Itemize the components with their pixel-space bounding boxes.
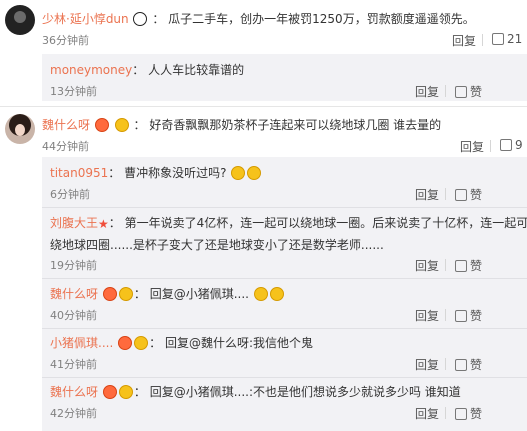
comment-2-time: 44分钟前: [42, 140, 89, 153]
laughing-emoji-icon: [247, 166, 262, 180]
reply-2-3-content: 魏什么呀 ： 回复@小猪佩琪....: [50, 285, 285, 302]
reply-text-line2: 绕地球四圈......是杯子变大了还是地球变小了还是数学老师......: [50, 238, 384, 252]
reply-button[interactable]: 回复: [415, 405, 439, 422]
avatar[interactable]: [5, 5, 35, 35]
comment-2-text: 好奇香飘飘那奶茶杯子连起来可以绕地球几圈 谁去量的: [149, 118, 442, 132]
thumbs-up-icon: [455, 86, 467, 98]
reply-panel: titan0951： 曹冲称象没听过吗? 6分钟前 回复 赞 刘腹大王★： 第一…: [42, 157, 527, 431]
thumbs-up-icon: [455, 310, 467, 322]
reply-button[interactable]: 回复: [415, 186, 439, 203]
separator: [445, 309, 446, 321]
like-label: 赞: [470, 259, 483, 273]
reply-time: 40分钟前: [50, 309, 97, 322]
reply-text: 回复@小猪佩琪....:不也是他们想说多少就说多少吗 谁知道: [149, 385, 461, 399]
thumbs-up-icon: [455, 260, 467, 272]
reply-text: 回复@魏什么呀:我信他个鬼: [164, 336, 313, 350]
reply-panel: moneymoney： 人人车比较靠谱的 13分钟前 回复 赞: [42, 54, 527, 101]
reply-2-4-content: 小猪佩琪.... ： 回复@魏什么呀:我信他个鬼: [50, 336, 313, 350]
like-button[interactable]: 赞: [455, 405, 482, 422]
reply-username[interactable]: titan0951: [50, 166, 108, 180]
reply-username[interactable]: 魏什么呀: [50, 385, 98, 399]
separator: [445, 85, 446, 97]
reply-button[interactable]: 回复: [415, 307, 439, 324]
badge-icon: [118, 336, 133, 350]
like-label: 赞: [470, 358, 483, 372]
badge-icon: [94, 118, 109, 132]
comment-1-content: 少林·延小惇dun ： 瓜子二手车，创办一年被罚1250万，罚款额度遥遥领先。: [42, 12, 475, 26]
star-icon: ★: [98, 217, 109, 231]
reply-2-2-content: 刘腹大王★： 第一年说卖了4亿杯，连一起可以绕地球一圈。后来说卖了十亿杯，连一起…: [50, 214, 527, 231]
comment-2-username[interactable]: 魏什么呀: [42, 118, 90, 132]
like-button[interactable]: 赞: [455, 257, 482, 274]
reply-time: 41分钟前: [50, 358, 97, 371]
laughing-emoji-icon: [269, 287, 284, 301]
thumbs-up-icon: [455, 359, 467, 371]
comment-1-username[interactable]: 少林·延小惇dun: [42, 12, 129, 26]
comment-1-like-button[interactable]: 21: [492, 32, 522, 46]
reply-1-text: 人人车比较靠谱的: [148, 63, 245, 77]
like-button[interactable]: 赞: [455, 307, 482, 324]
separator: [482, 34, 483, 46]
thumbs-up-icon: [455, 408, 467, 420]
emoji-icon: [118, 385, 133, 399]
reply-button[interactable]: 回复: [415, 257, 439, 274]
emoji-icon: [118, 287, 133, 301]
reply-text-line1: 第一年说卖了4亿杯，连一起可以绕地球一圈。后来说卖了十亿杯，连一起可以: [124, 216, 527, 230]
thumbs-up-icon: [455, 189, 467, 201]
badge-icon: [102, 385, 117, 399]
emoji-icon: [134, 336, 149, 350]
comment-1-reply-button[interactable]: 回复: [452, 32, 476, 49]
comment-1-text: 瓜子二手车，创办一年被罚1250万，罚款额度遥遥领先。: [168, 12, 475, 26]
reply-username[interactable]: 小猪佩琪....: [50, 336, 113, 350]
divider: [42, 278, 527, 279]
separator: [445, 259, 446, 271]
badge-icon: [102, 287, 117, 301]
reply-1-content: moneymoney： 人人车比较靠谱的: [50, 63, 245, 77]
reply-text: 曹冲称象没听过吗?: [124, 166, 227, 180]
reply-1-like-button[interactable]: 赞: [455, 83, 482, 100]
comment-1-time: 36分钟前: [42, 34, 89, 47]
like-label: 赞: [470, 85, 483, 99]
separator: [445, 358, 446, 370]
comment-2-content: 魏什么呀 ： 好奇香飘飘那奶茶杯子连起来可以绕地球几圈 谁去量的: [42, 118, 442, 132]
thumbs-up-icon: [492, 33, 504, 45]
comment-2-like-count: 9: [515, 138, 523, 152]
emoji-icon: [114, 118, 129, 132]
laughing-emoji-icon: [253, 287, 268, 301]
divider: [0, 106, 527, 107]
like-label: 赞: [470, 407, 483, 421]
reply-time: 6分钟前: [50, 188, 90, 201]
like-button[interactable]: 赞: [455, 356, 482, 373]
reply-time: 19分钟前: [50, 259, 97, 272]
like-label: 赞: [470, 309, 483, 323]
reply-button[interactable]: 回复: [415, 356, 439, 373]
reply-1-username[interactable]: moneymoney: [50, 63, 132, 77]
thumbs-up-icon: [500, 139, 512, 151]
divider: [42, 207, 527, 208]
divider: [42, 328, 527, 329]
separator: [445, 407, 446, 419]
reply-2-5-content: 魏什么呀 ： 回复@小猪佩琪....:不也是他们想说多少就说多少吗 谁知道: [50, 385, 461, 399]
divider: [42, 377, 527, 378]
reply-username[interactable]: 刘腹大王: [50, 216, 98, 230]
separator: [490, 140, 491, 152]
reply-username[interactable]: 魏什么呀: [50, 287, 98, 301]
reply-text: 回复@小猪佩琪....: [149, 287, 249, 301]
laughing-emoji-icon: [231, 166, 246, 180]
comment-2-reply-button[interactable]: 回复: [460, 138, 484, 155]
comment-2-like-button[interactable]: 9: [500, 138, 523, 152]
reply-time: 42分钟前: [50, 407, 97, 420]
reply-2-1-content: titan0951： 曹冲称象没听过吗?: [50, 164, 262, 181]
avatar[interactable]: [5, 114, 35, 144]
like-button[interactable]: 赞: [455, 186, 482, 203]
reply-1-reply-button[interactable]: 回复: [415, 83, 439, 100]
like-label: 赞: [470, 188, 483, 202]
panda-badge-icon: [133, 12, 148, 26]
separator: [445, 188, 446, 200]
reply-1-time: 13分钟前: [50, 85, 97, 98]
comment-1-like-count: 21: [507, 32, 523, 46]
